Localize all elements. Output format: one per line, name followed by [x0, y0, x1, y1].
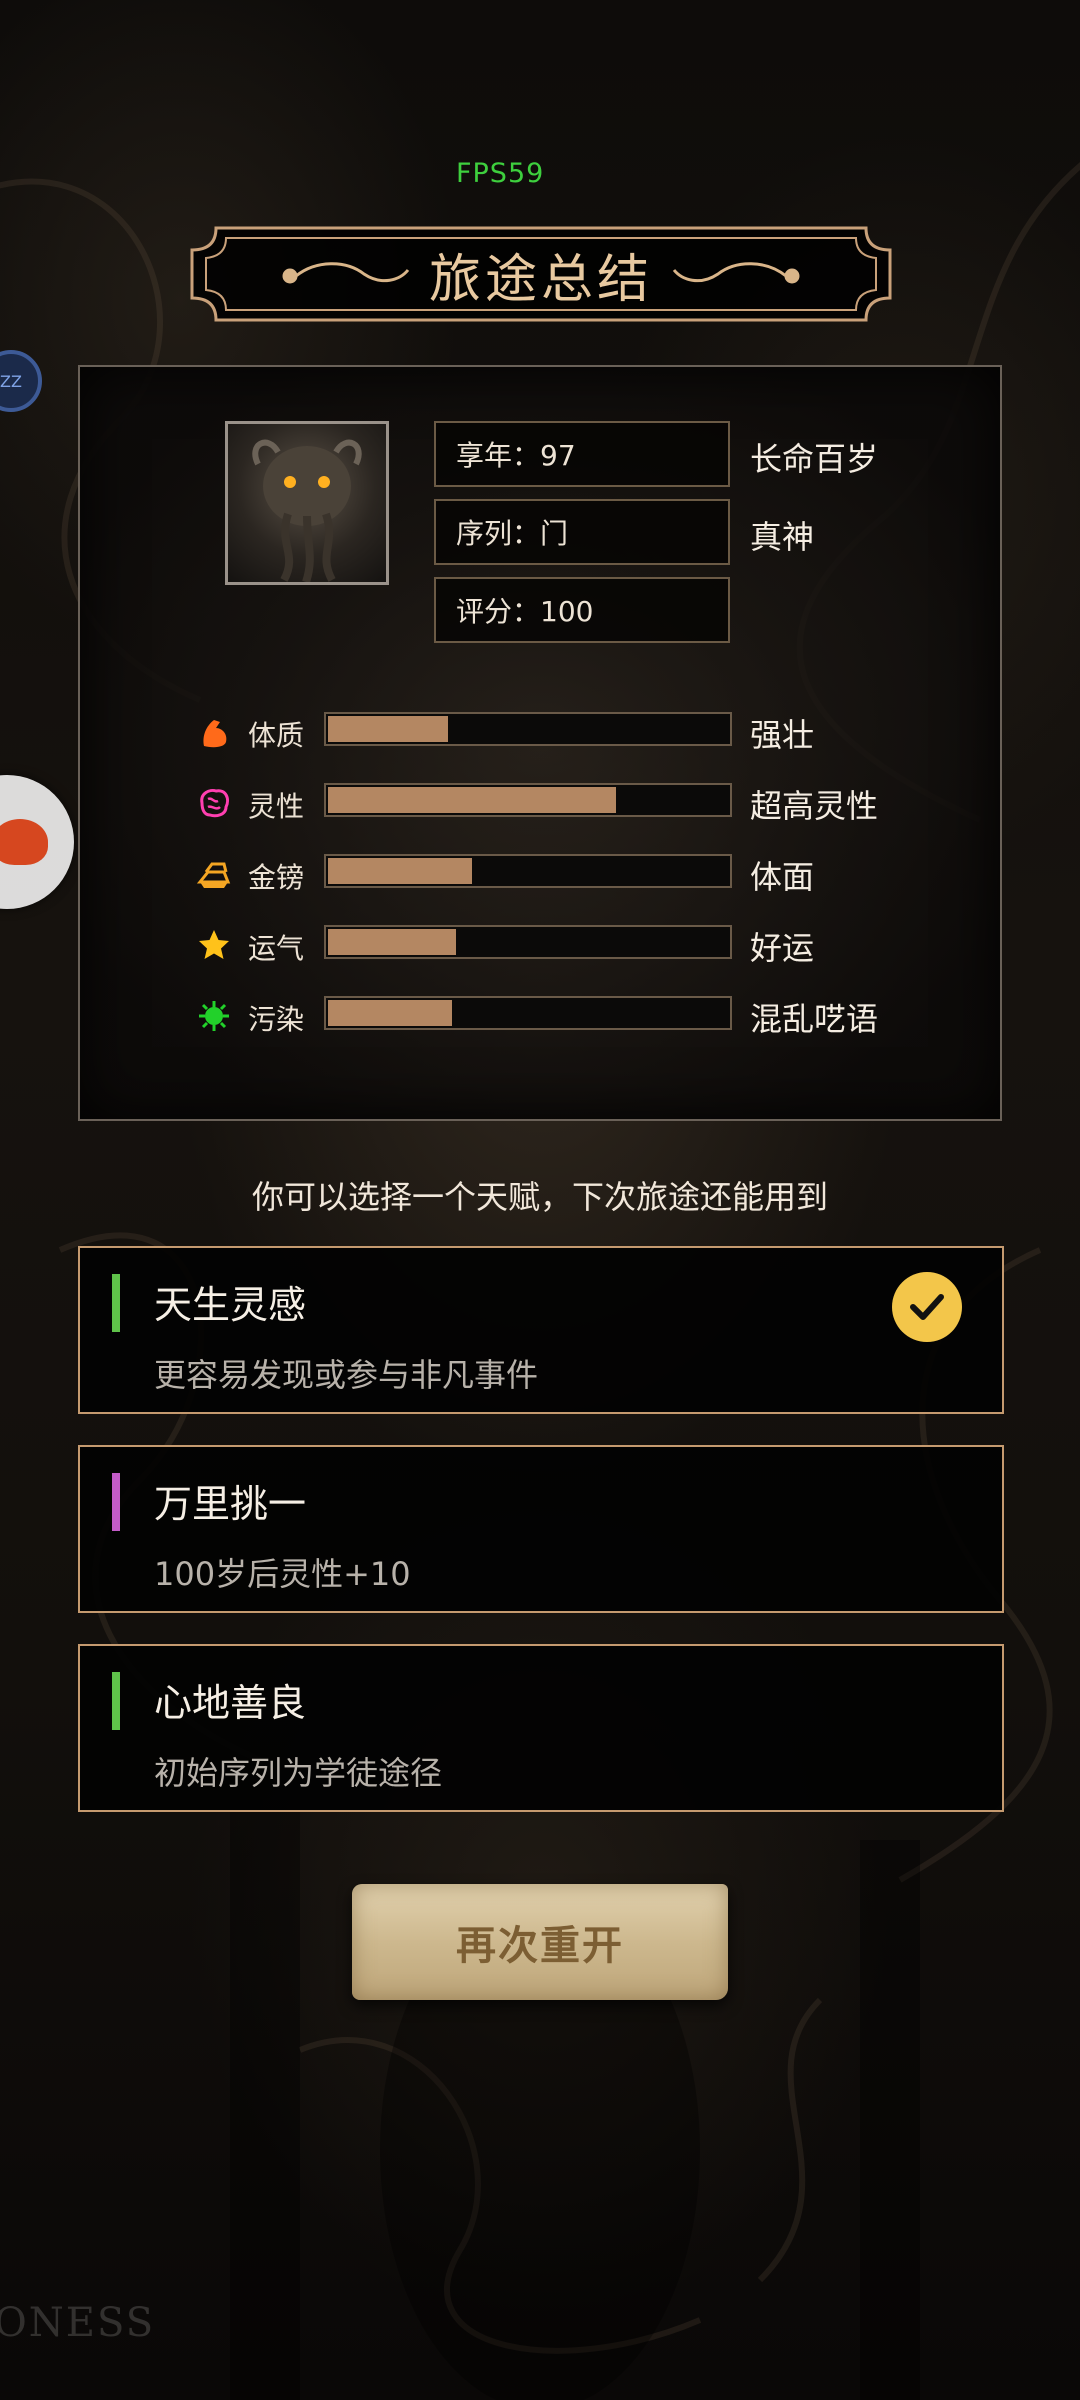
stat-desc: 好运 — [750, 929, 815, 967]
stat-bar — [324, 996, 732, 1030]
stat-bar-fill — [328, 716, 448, 742]
talent-accent-bar — [112, 1672, 120, 1730]
stat-bar — [324, 712, 732, 746]
page-title: 旅途总结 — [428, 249, 653, 310]
floating-assistant-button[interactable] — [0, 775, 74, 909]
score-box: 评分：100 — [434, 577, 730, 643]
stat-label: 金镑 — [248, 861, 305, 894]
character-portrait — [225, 421, 389, 585]
talent-accent-bar — [112, 1473, 120, 1531]
eldritch-face-icon — [252, 439, 362, 582]
muscle-icon — [203, 720, 227, 748]
stat-row-constitution: 体质 强壮 — [196, 712, 896, 754]
stat-label: 运气 — [248, 932, 305, 965]
stat-desc: 超高灵性 — [750, 787, 879, 825]
mascot-icon — [0, 819, 48, 865]
talent-name: 心地善良 — [154, 1681, 307, 1725]
stat-row-corruption: 污染 混乱呓语 — [196, 996, 896, 1038]
stat-bar-fill — [328, 929, 456, 955]
checkmark-icon — [892, 1272, 962, 1342]
talent-desc: 100岁后灵性+10 — [154, 1555, 411, 1593]
talent-card-1[interactable]: 万里挑一 100岁后灵性+10 — [78, 1445, 1004, 1613]
talent-desc: 更容易发现或参与非凡事件 — [154, 1356, 539, 1394]
stat-bar-fill — [328, 787, 616, 813]
side-badge[interactable]: ZZ — [0, 350, 42, 412]
stat-desc: 混乱呓语 — [750, 1000, 879, 1038]
gold-bars-icon — [196, 862, 231, 888]
stat-row-spirituality: 灵性 超高灵性 — [196, 783, 896, 825]
brain-icon — [200, 789, 230, 818]
stat-bar-fill — [328, 1000, 452, 1026]
talent-prompt: 你可以选择一个天赋，下次旅途还能用到 — [251, 1178, 828, 1216]
stat-desc: 体面 — [750, 858, 815, 896]
stat-label: 污染 — [248, 1003, 305, 1036]
title-banner: 旅途总结 — [186, 224, 896, 324]
fps-counter: FPS59 — [456, 158, 545, 189]
stat-bar — [324, 925, 732, 959]
stat-bar — [324, 783, 732, 817]
stat-row-gold: 金镑 体面 — [196, 854, 896, 896]
stat-bar-fill — [328, 858, 472, 884]
stat-label: 体质 — [248, 719, 305, 752]
talent-name: 万里挑一 — [154, 1482, 307, 1526]
virus-icon — [199, 1001, 229, 1031]
talent-name: 天生灵感 — [154, 1283, 307, 1327]
stat-desc: 强壮 — [750, 716, 815, 754]
talent-desc: 初始序列为学徒途径 — [154, 1754, 443, 1792]
game-screen: FPS59 旅途总结 ZZ 享年：97 长命百岁 序列：门 真神 评分：100 … — [0, 0, 1080, 2400]
talent-card-2[interactable]: 心地善良 初始序列为学徒途径 — [78, 1644, 1004, 1812]
talent-accent-bar — [112, 1274, 120, 1332]
stat-label: 灵性 — [248, 790, 305, 823]
watermark: ONESS — [0, 2300, 156, 2346]
stat-bar — [324, 854, 732, 888]
talent-card-0[interactable]: 天生灵感 更容易发现或参与非凡事件 — [78, 1246, 1004, 1414]
lifespan-tag: 长命百岁 — [750, 440, 879, 478]
sequence-box: 序列：门 — [434, 499, 730, 565]
sequence-tag: 真神 — [750, 518, 815, 556]
lifespan-box: 享年：97 — [434, 421, 730, 487]
stat-row-luck: 运气 好运 — [196, 925, 896, 967]
star-icon — [199, 930, 229, 959]
restart-button[interactable]: 再次重开 — [352, 1884, 728, 2000]
